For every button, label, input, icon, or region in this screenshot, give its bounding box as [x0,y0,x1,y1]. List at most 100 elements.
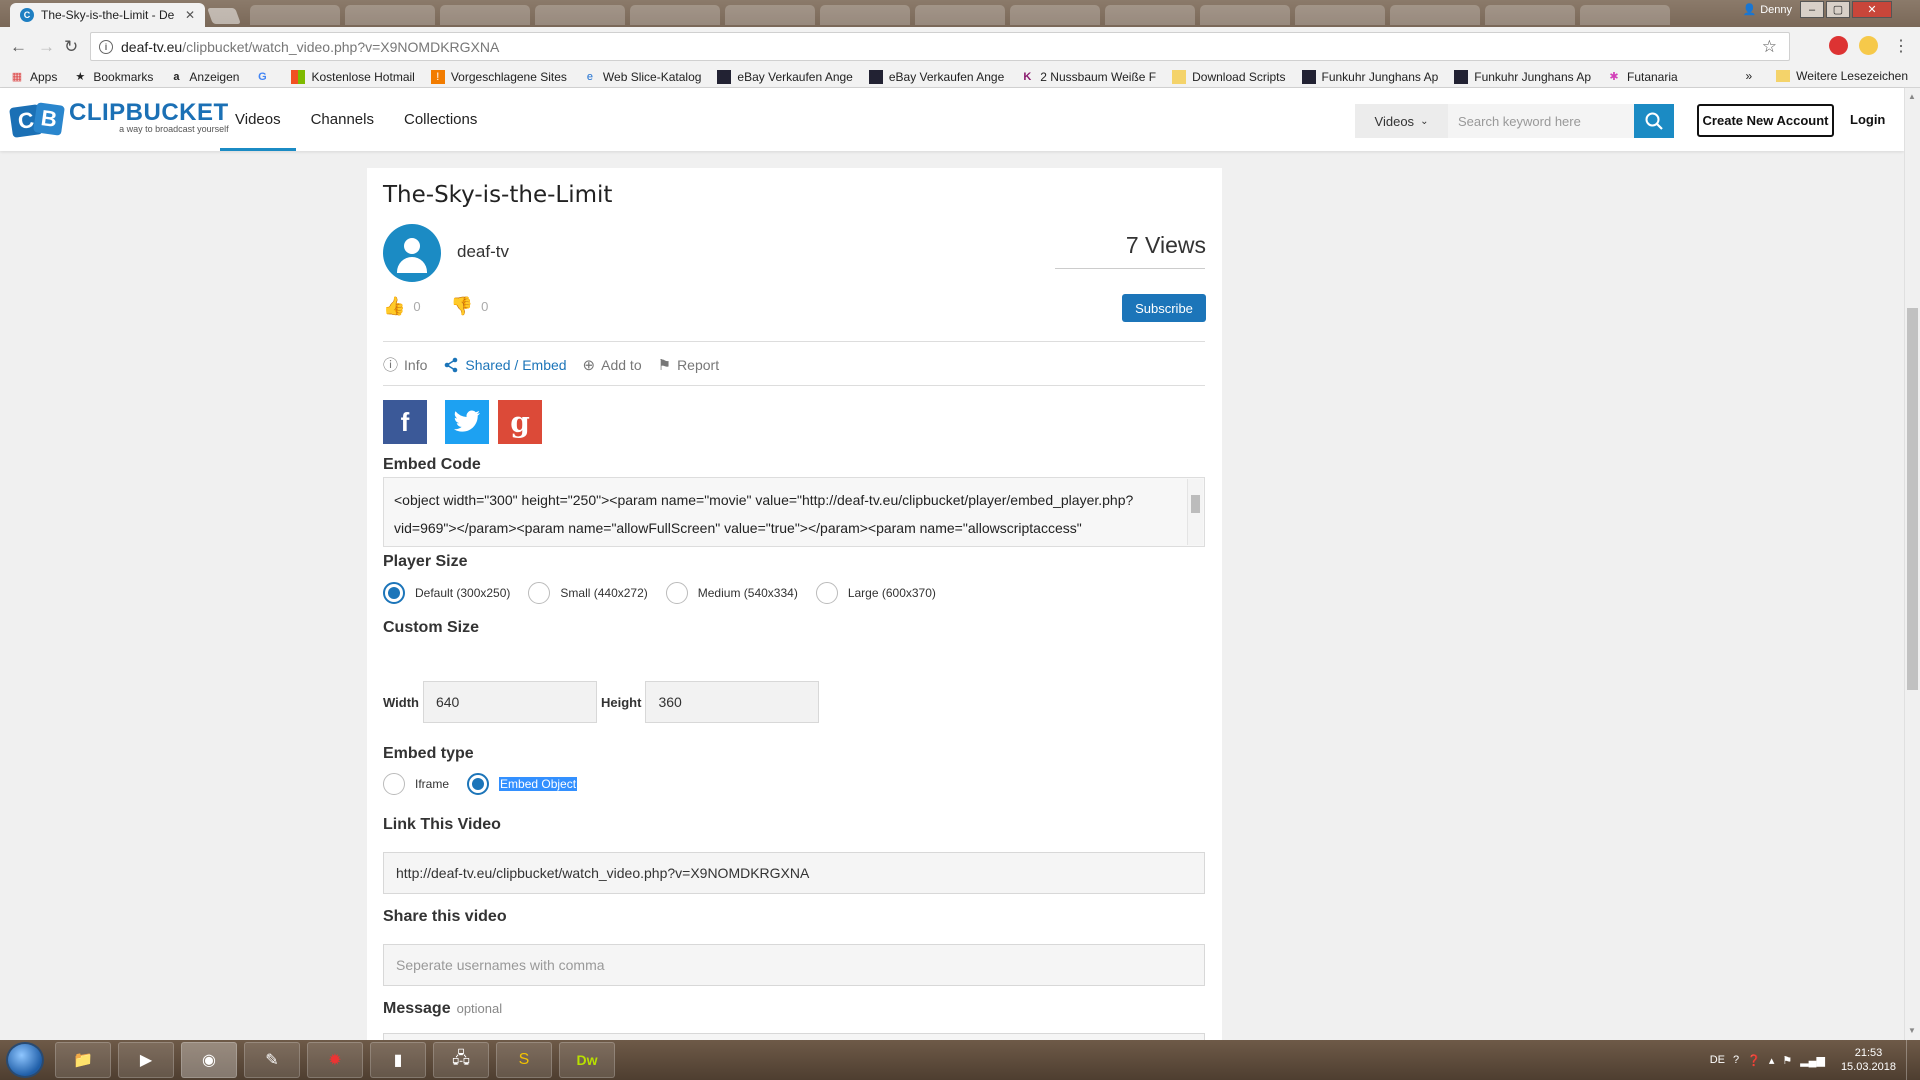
media-player-taskbar-icon[interactable]: ▶ [118,1042,174,1078]
embed-type-object-label[interactable]: Embed Object [499,777,578,791]
video-link-field[interactable]: http://deaf-tv.eu/clipbucket/watch_video… [383,852,1205,894]
scroll-up-icon[interactable]: ▲ [1908,92,1916,101]
minimize-window-button[interactable]: – [1800,1,1824,18]
width-input[interactable] [422,681,597,723]
search-type-dropdown[interactable]: Videos ⌄ [1355,104,1448,138]
new-tab-button[interactable] [207,8,241,24]
language-indicator[interactable]: DE [1710,1054,1725,1066]
embed-type-iframe-radio[interactable] [383,773,405,795]
chart-app-taskbar-icon[interactable]: ▮ [370,1042,426,1078]
background-tab[interactable] [1390,5,1480,25]
nav-videos[interactable]: Videos [220,88,296,151]
clipbucket-logo[interactable]: C B CLIPBUCKET a way to broadcast yourse… [9,100,229,138]
tab-report[interactable]: ⚑ Report [658,356,719,374]
tab-shared-embed[interactable]: Shared / Embed [443,357,567,373]
background-tab[interactable] [1485,5,1575,25]
emoji-extension-icon[interactable] [1859,36,1878,55]
bookmark-hotmail[interactable]: Kostenlose Hotmail [291,69,415,84]
bookmark-funkuhr-2[interactable]: Funkuhr Junghans Ap [1454,69,1591,84]
background-tab[interactable] [725,5,815,25]
chrome-taskbar-icon[interactable]: ◉ [181,1042,237,1078]
share-usernames-input[interactable]: Seperate usernames with comma [383,944,1205,986]
nav-channels[interactable]: Channels [296,88,389,151]
reload-icon[interactable]: ↻ [64,37,78,57]
bookmark-google[interactable]: G [255,70,275,84]
bookmark-download-scripts[interactable]: Download Scripts [1172,69,1286,84]
background-tab[interactable] [820,5,910,25]
bookmarks-overflow-chevron[interactable]: » [1745,69,1752,83]
gear-app-taskbar-icon[interactable]: ✹ [307,1042,363,1078]
nav-collections[interactable]: Collections [389,88,492,151]
height-input[interactable] [645,681,820,723]
taskbar-clock[interactable]: 21:53 15.03.2018 [1841,1046,1896,1074]
embed-code-textarea[interactable]: <object width="300" height="250"><param … [383,477,1205,547]
adblock-extension-icon[interactable] [1829,36,1848,55]
player-size-default-label[interactable]: Default (300x250) [415,586,510,600]
bookmark-webslice[interactable]: e Web Slice-Katalog [583,70,702,84]
login-link[interactable]: Login [1850,112,1885,127]
scroll-down-icon[interactable]: ▼ [1908,1026,1916,1035]
background-tab[interactable] [1200,5,1290,25]
embed-type-iframe-label[interactable]: Iframe [415,777,449,791]
twitter-share-button[interactable] [445,400,489,444]
bookmark-ebay-1[interactable]: eBay Verkaufen Ange [717,69,853,84]
background-tab[interactable] [250,5,340,25]
player-size-medium-label[interactable]: Medium (540x334) [698,586,798,600]
create-account-button[interactable]: Create New Account [1697,104,1834,137]
pdf-taskbar-icon[interactable]: ✎ [244,1042,300,1078]
background-tab[interactable] [1295,5,1385,25]
maximize-window-button[interactable]: ▢ [1826,1,1850,18]
background-tab[interactable] [345,5,435,25]
show-desktop-button[interactable] [1906,1040,1920,1080]
player-size-small-label[interactable]: Small (440x272) [560,586,647,600]
message-textarea[interactable] [383,1033,1205,1040]
close-tab-icon[interactable]: ✕ [185,8,195,22]
bookmark-apps[interactable]: ▦ Apps [10,70,58,84]
bookmark-funkuhr-1[interactable]: Funkuhr Junghans Ap [1301,69,1438,84]
background-tab[interactable] [630,5,720,25]
page-scrollbar[interactable]: ▲ ▼ [1904,88,1920,1040]
facebook-share-button[interactable]: f [383,400,427,444]
player-size-large-label[interactable]: Large (600x370) [848,586,936,600]
embed-scrollbar[interactable] [1187,479,1203,545]
bookmark-futanaria[interactable]: ✱ Futanaria [1607,70,1677,84]
bookmark-vorgeschlagene[interactable]: ! Vorgeschlagene Sites [430,69,567,84]
network-taskbar-icon[interactable]: 🖧 [433,1042,489,1078]
browser-menu-icon[interactable]: ⋮ [1893,36,1909,56]
bookmark-anzeigen[interactable]: a Anzeigen [169,70,239,84]
thumbs-down-icon[interactable]: 👎 [451,296,473,317]
tray-expand-icon[interactable]: ▴ [1769,1054,1775,1067]
google-plus-share-button[interactable]: g [498,400,542,444]
bookmark-bookmarks[interactable]: ★ Bookmarks [73,70,153,84]
network-icon[interactable]: ⚑ [1782,1054,1792,1067]
embed-type-object-radio[interactable] [467,773,490,795]
bookmark-ebay-2[interactable]: eBay Verkaufen Ange [868,69,1004,84]
address-bar[interactable]: i deaf-tv.eu/clipbucket/watch_video.php?… [90,32,1790,61]
background-tab[interactable] [915,5,1005,25]
site-info-icon[interactable]: i [99,39,113,54]
tab-info[interactable]: ⓘ Info [383,354,427,375]
bookmark-star-icon[interactable]: ☆ [1762,37,1777,57]
page-scrollbar-thumb[interactable] [1907,308,1918,690]
explorer-taskbar-icon[interactable]: 📁 [55,1042,111,1078]
tray-help-icon[interactable]: ❓ [1747,1054,1761,1067]
sync-app-taskbar-icon[interactable]: S [496,1042,552,1078]
player-size-default-radio[interactable] [383,582,405,604]
close-window-button[interactable]: ✕ [1852,1,1892,18]
background-tab[interactable] [440,5,530,25]
browser-tab-active[interactable]: C The-Sky-is-the-Limit - De ✕ [10,3,205,27]
channel-name[interactable]: deaf-tv [457,242,509,262]
background-tab[interactable] [1010,5,1100,25]
background-tab[interactable] [535,5,625,25]
player-size-medium-radio[interactable] [665,582,688,604]
background-tab[interactable] [1105,5,1195,25]
bookmark-nussbaum[interactable]: K2 Nussbaum Weiße F [1020,70,1156,84]
player-size-large-radio[interactable] [815,582,838,604]
tab-add-to[interactable]: ⊕ Add to [583,356,642,374]
other-bookmarks[interactable]: » Weitere Lesezeichen [1745,69,1908,83]
background-tab[interactable] [1580,5,1670,25]
channel-avatar[interactable] [383,224,441,282]
forward-arrow-icon[interactable]: → [38,37,55,57]
help-icon[interactable]: ? [1733,1054,1739,1066]
dreamweaver-taskbar-icon[interactable]: Dw [559,1042,615,1078]
